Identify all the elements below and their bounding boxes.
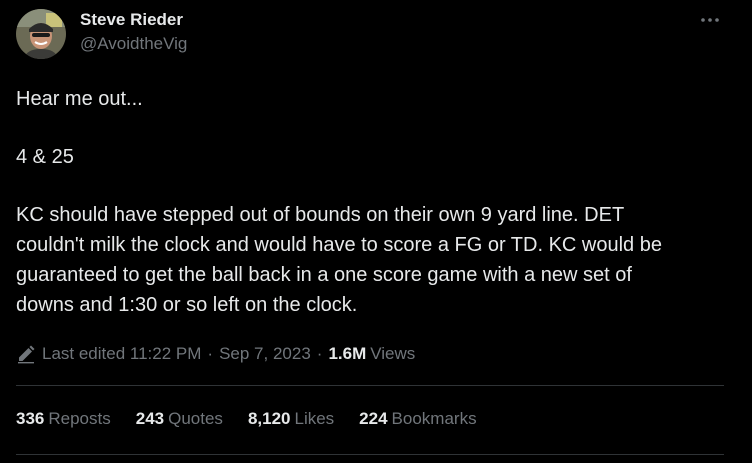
views-label: Views [370, 344, 416, 363]
quotes-count: 243 [135, 409, 165, 428]
tweet-paragraph: Hear me out... [16, 88, 143, 110]
tweet-text: Hear me out... 4 & 25 KC should have ste… [16, 84, 731, 320]
tweet-meta: Last edited 11:22 PM · Sep 7, 2023 · 1.6… [16, 342, 415, 366]
separator: · [316, 344, 323, 363]
tweet-line: couldn't milk the clock and would have t… [16, 234, 662, 256]
more-options-button[interactable] [698, 10, 722, 30]
likes-count: 8,120 [247, 409, 291, 428]
likes-label: Likes [294, 409, 335, 428]
divider [16, 385, 724, 386]
pencil-icon [16, 344, 36, 364]
reposts-label: Reposts [48, 409, 111, 428]
author-info: Steve Rieder @AvoidtheVig [80, 10, 187, 54]
tweet: Steve Rieder @AvoidtheVig Hear me out...… [0, 0, 752, 463]
bookmarks-count: 224 [359, 409, 388, 428]
avatar[interactable] [16, 9, 66, 59]
bookmarks-label: Bookmarks [391, 409, 477, 428]
tweet-date[interactable]: Sep 7, 2023 [219, 344, 311, 364]
views-count: 1.6M [328, 344, 367, 363]
reposts-count: 336 [16, 409, 45, 428]
handle[interactable]: @AvoidtheVig [80, 34, 187, 54]
last-edited-link[interactable]: Last edited 11:22 PM [42, 344, 201, 364]
bookmarks-stat[interactable]: 224 Bookmarks [359, 408, 476, 430]
avatar-image [16, 9, 66, 59]
quotes-label: Quotes [168, 409, 223, 428]
divider [16, 454, 724, 455]
separator: · [207, 344, 214, 363]
tweet-paragraph: 4 & 25 [16, 146, 74, 168]
tweet-line: KC should have stepped out of bounds on … [16, 204, 625, 226]
display-name[interactable]: Steve Rieder [80, 10, 187, 30]
more-horizontal-icon [701, 18, 719, 22]
quotes-stat[interactable]: 243 Quotes [136, 408, 223, 430]
likes-stat[interactable]: 8,120 Likes [248, 408, 334, 430]
tweet-line: downs and 1:30 or so left on the clock. [16, 294, 358, 316]
reposts-stat[interactable]: 336 Reposts [16, 408, 111, 430]
tweet-line: guaranteed to get the ball back in a one… [16, 264, 632, 286]
engagement-stats: 336 Reposts 243 Quotes 8,120 Likes 224 Bookm… [16, 408, 502, 430]
